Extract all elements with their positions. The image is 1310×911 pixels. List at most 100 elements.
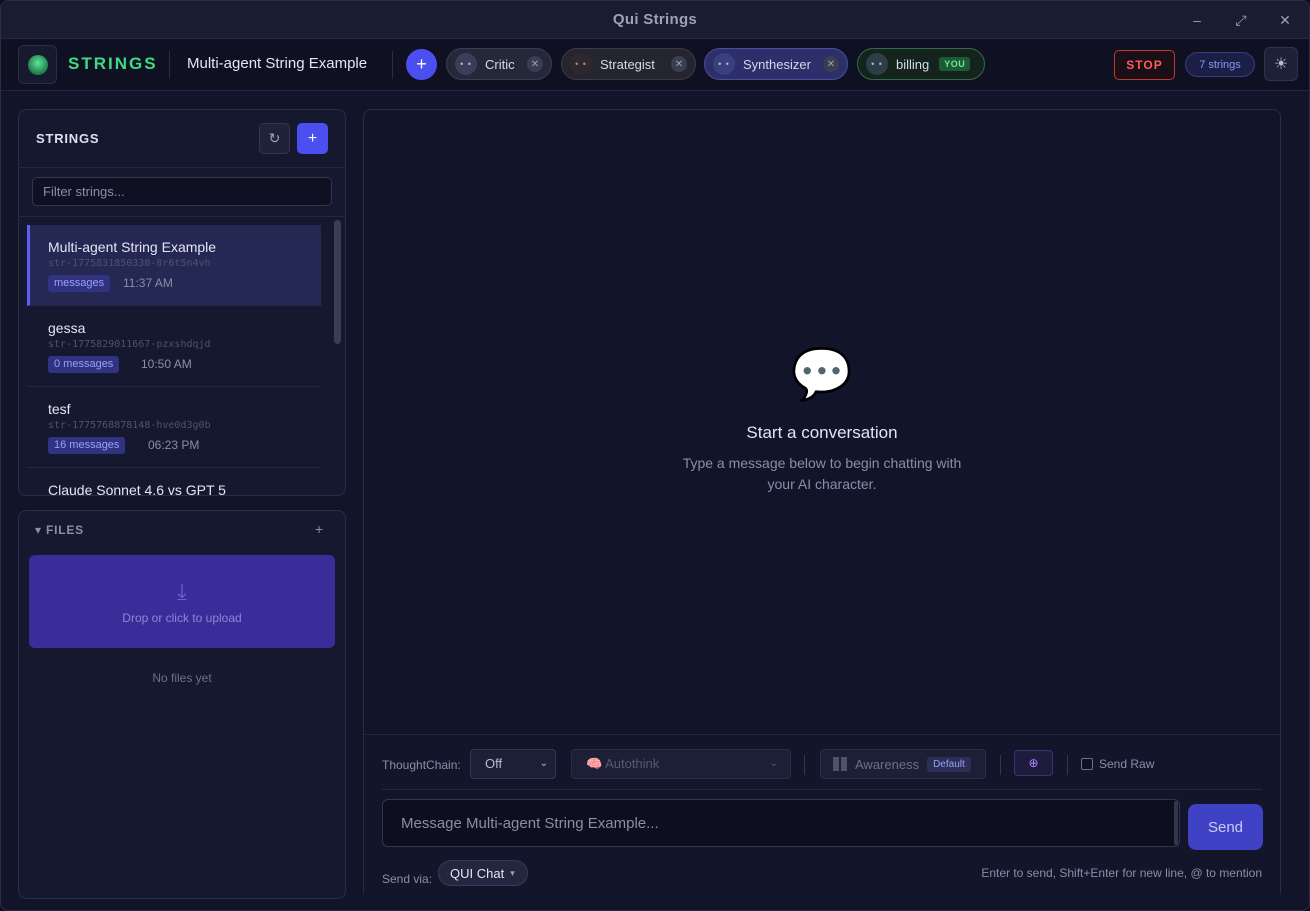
remove-agent-icon[interactable]: ✕	[823, 56, 839, 72]
file-drop-zone[interactable]: ⤓ Drop or click to upload	[29, 555, 335, 648]
toolbar-divider	[1000, 755, 1001, 775]
string-item[interactable]: Multi-agent String Example str-177583185…	[27, 225, 321, 306]
chevron-down-icon: ⌄	[769, 758, 778, 769]
send-via-label: Send via:	[382, 872, 433, 886]
agent-name: billing	[896, 56, 930, 72]
awareness-label: Awareness	[855, 756, 920, 772]
current-string-title: Multi-agent String Example	[187, 55, 368, 72]
keyboard-hint: Enter to send, Shift+Enter for new line,…	[981, 866, 1262, 880]
sun-icon: ☀	[1273, 56, 1289, 73]
agent-chip-critic[interactable]: • • Critic ✕	[446, 48, 552, 80]
thoughtchain-select[interactable]: Off ⌄	[470, 749, 556, 779]
drop-zone-label: Drop or click to upload	[122, 610, 242, 625]
files-panel-title: FILES	[45, 523, 84, 537]
message-count-badge: 16 messages	[48, 437, 126, 454]
string-item[interactable]: tesf str-1775768878148-hve0d3g0b 16 mess…	[27, 387, 321, 468]
send-raw-label: Send Raw	[1099, 757, 1155, 771]
awareness-button[interactable]: Awareness Default	[820, 749, 986, 779]
string-name: tesf	[48, 401, 71, 417]
stop-button[interactable]: STOP	[1114, 50, 1175, 80]
app-header: STRINGS Multi-agent String Example + • •…	[1, 39, 1309, 91]
message-input[interactable]	[382, 799, 1180, 847]
window-controls: – ⤢ ✕	[1187, 1, 1295, 39]
string-time: 06:23 PM	[148, 438, 200, 452]
remove-agent-icon[interactable]: ✕	[527, 56, 543, 72]
strings-count-badge[interactable]: 7 strings	[1185, 52, 1255, 77]
filter-strings-input[interactable]	[32, 177, 332, 206]
autothink-select[interactable]: 🧠 Autothink ⌄	[571, 749, 791, 779]
close-icon[interactable]: ✕	[1275, 10, 1295, 30]
files-panel-toggle[interactable]: ▾ FILES	[35, 523, 84, 537]
message-composer: ThoughtChain: Off ⌄ 🧠 Autothink ⌄ Awaren…	[364, 734, 1280, 900]
agent-avatar-icon: • •	[713, 53, 735, 75]
strings-list-scrollbar[interactable]	[334, 220, 341, 344]
composer-toolbar: ThoughtChain: Off ⌄ 🧠 Autothink ⌄ Awaren…	[382, 749, 1262, 781]
refresh-button[interactable]: ↻	[259, 123, 290, 154]
strings-panel-title: STRINGS	[36, 131, 100, 146]
agent-chip-synthesizer[interactable]: • • Synthesizer ✕	[704, 48, 848, 80]
composer-divider	[382, 789, 1262, 790]
app-logo	[18, 45, 57, 84]
string-time: 11:37 AM	[123, 276, 173, 290]
send-button[interactable]: Send	[1188, 804, 1263, 850]
input-resize-handle[interactable]	[1174, 801, 1178, 845]
agent-name: Strategist	[600, 56, 655, 72]
you-badge: YOU	[939, 57, 971, 71]
window-title: Qui Strings	[612, 11, 698, 28]
toolbar-divider	[1067, 755, 1068, 775]
send-via-value: QUI Chat	[450, 865, 505, 881]
chevron-down-icon: ⌄	[539, 758, 548, 769]
app-window: Qui Strings – ⤢ ✕ STRINGS Multi-agent St…	[0, 0, 1310, 911]
agent-avatar-icon: • •	[866, 53, 888, 75]
empty-state-title: Start a conversation	[746, 423, 898, 442]
thoughtchain-label: ThoughtChain:	[382, 758, 461, 772]
string-id: str-1775829011667-pzxshdqjd	[48, 339, 211, 350]
awareness-badge: Default	[927, 756, 971, 772]
strings-panel-header: STRINGS ↻ +	[19, 110, 345, 168]
zoom-in-icon: ⊕	[1028, 756, 1039, 770]
agent-avatar-icon: • •	[455, 53, 477, 75]
logo-icon	[27, 54, 48, 75]
empty-state-subtitle: Type a message below to begin chatting w…	[682, 455, 962, 492]
send-via-select[interactable]: QUI Chat ▾	[438, 860, 528, 886]
agent-chip-billing[interactable]: • • billing YOU	[857, 48, 985, 80]
string-id: str-1775831850338-8r6t5n4vh	[48, 258, 211, 269]
zoom-search-button[interactable]: ⊕	[1014, 750, 1053, 776]
add-agent-button[interactable]: +	[406, 49, 437, 80]
thoughtchain-value: Off	[485, 756, 503, 771]
speech-bubble-icon: 💬	[790, 346, 854, 402]
string-item[interactable]: gessa str-1775829011667-pzxshdqjd 0 mess…	[27, 306, 321, 387]
agent-avatar-icon: • •	[570, 53, 592, 75]
header-divider	[169, 51, 170, 79]
autothink-label: 🧠 Autothink	[586, 756, 660, 771]
refresh-icon: ↻	[268, 130, 281, 146]
chat-panel: 💬 Start a conversation Type a message be…	[363, 109, 1281, 900]
files-panel: ▾ FILES + ⤓ Drop or click to upload No f…	[18, 510, 346, 899]
string-name: Claude Sonnet 4.6 vs GPT 5	[48, 482, 226, 496]
message-count-badge: 0 messages	[48, 356, 120, 373]
title-bar: Qui Strings – ⤢ ✕	[1, 1, 1309, 39]
agent-name: Critic	[485, 56, 515, 72]
agent-name: Synthesizer	[743, 56, 811, 72]
minimize-icon[interactable]: –	[1187, 10, 1207, 30]
maximize-icon[interactable]: ⤢	[1231, 10, 1251, 30]
grid-icon	[833, 757, 847, 771]
send-raw-toggle[interactable]: Send Raw	[1081, 757, 1154, 771]
download-icon: ⤓	[177, 578, 187, 604]
string-id: str-1775768878148-hve0d3g0b	[48, 420, 211, 431]
empty-state: 💬 Start a conversation Type a message be…	[364, 345, 1280, 495]
message-count-badge: messages	[48, 275, 111, 292]
toolbar-divider	[804, 755, 805, 775]
theme-toggle-button[interactable]: ☀	[1264, 47, 1298, 81]
no-files-text: No files yet	[152, 671, 212, 685]
send-raw-checkbox[interactable]	[1081, 758, 1093, 770]
new-string-button[interactable]: +	[297, 123, 328, 154]
remove-agent-icon[interactable]: ✕	[671, 56, 687, 72]
add-file-button[interactable]: +	[315, 521, 323, 537]
string-name: gessa	[48, 320, 86, 336]
string-time: 10:50 AM	[141, 357, 192, 371]
string-item[interactable]: Claude Sonnet 4.6 vs GPT 5	[27, 468, 321, 496]
caret-down-icon: ▾	[510, 867, 515, 878]
agent-chip-strategist[interactable]: • • Strategist ✕	[561, 48, 696, 80]
brand-name: STRINGS	[68, 54, 158, 73]
